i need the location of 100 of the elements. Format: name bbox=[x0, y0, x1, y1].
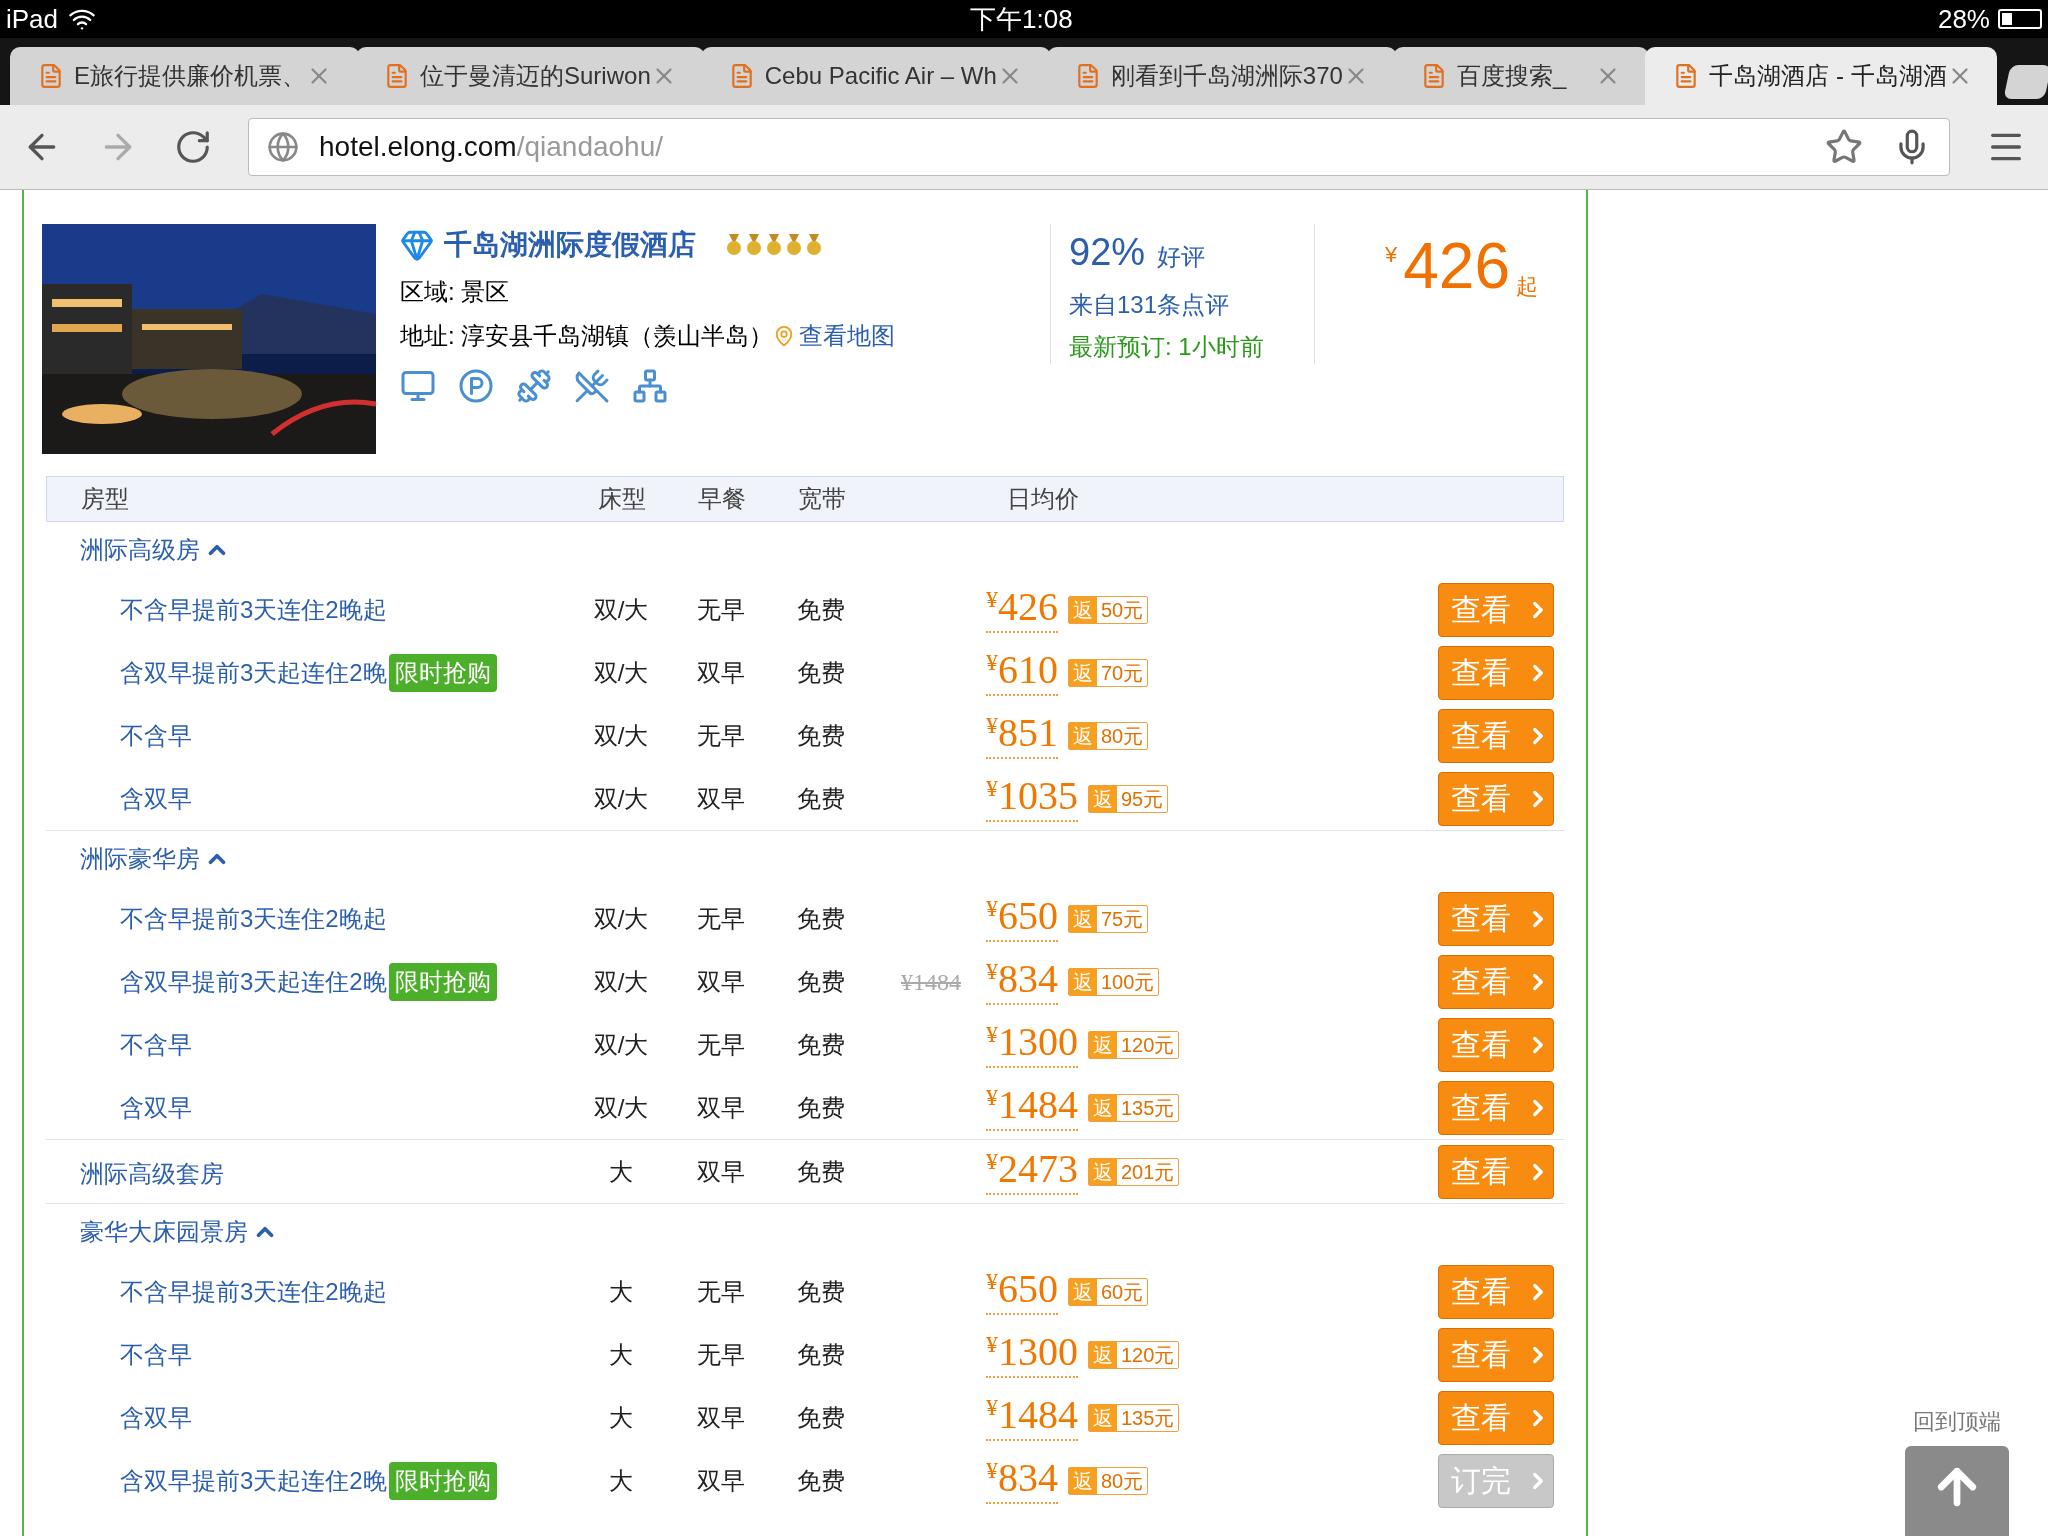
breakfast: 无早 bbox=[696, 594, 746, 625]
room-rate-name[interactable]: 不含早提前3天连住2晚起 bbox=[120, 1273, 387, 1310]
price: ¥834 bbox=[986, 958, 1058, 1005]
device-name: iPad bbox=[6, 2, 59, 36]
column-header: 日均价 bbox=[1007, 484, 1079, 514]
reload-icon[interactable] bbox=[174, 128, 212, 166]
breakfast: 双早 bbox=[696, 657, 746, 688]
breakfast: 双早 bbox=[696, 966, 746, 997]
broadband: 免费 bbox=[796, 657, 846, 688]
bed-type: 双/大 bbox=[592, 720, 650, 751]
browser-tab[interactable]: 位于曼清迈的Suriwon bbox=[356, 47, 705, 105]
rebate-tag: 返 135元 bbox=[1088, 1403, 1180, 1432]
breakfast: 双早 bbox=[696, 1092, 746, 1123]
rebate-tag: 返 95元 bbox=[1088, 784, 1169, 813]
address-field[interactable]: hotel.elong.com/qiandaohu/ bbox=[248, 118, 1950, 176]
rebate-tag: 返 70元 bbox=[1068, 658, 1149, 687]
bed-type: 大 bbox=[608, 1339, 634, 1370]
tab-title: 千岛湖酒店 - 千岛湖酒 bbox=[1709, 61, 1947, 91]
room-rate-name[interactable]: 含双早 bbox=[120, 1399, 192, 1436]
area-value: 景区 bbox=[460, 277, 509, 307]
rebate-tag: 返 201元 bbox=[1088, 1157, 1180, 1186]
rating-label: 好评 bbox=[1157, 242, 1206, 272]
tab-title: 刚看到千岛湖洲际370 bbox=[1110, 61, 1343, 91]
clock: 下午1:08 bbox=[970, 2, 1073, 36]
broadband: 免费 bbox=[796, 966, 846, 997]
bed-type: 大 bbox=[608, 1156, 634, 1187]
review-count[interactable]: 来自131条点评 bbox=[1069, 287, 1314, 323]
rebate-tag: 返 60元 bbox=[1068, 1277, 1149, 1306]
latest-booking: 最新预订: 1小时前 bbox=[1069, 332, 1265, 362]
room-rate-name[interactable]: 不含早提前3天连住2晚起 bbox=[120, 591, 387, 628]
room-rate-name[interactable]: 含双早提前3天起连住2晚 bbox=[120, 654, 387, 691]
broadband: 免费 bbox=[796, 1402, 846, 1433]
hotel-name[interactable]: 千岛湖洲际度假酒店 bbox=[444, 224, 696, 266]
broadband: 免费 bbox=[796, 783, 846, 814]
tab-title: E旅行提供廉价机票、 bbox=[74, 61, 306, 91]
broadband: 免费 bbox=[796, 903, 846, 934]
rebate-tag: 返 80元 bbox=[1068, 1466, 1149, 1495]
original-price: ¥1484 bbox=[901, 967, 961, 997]
browser-tab[interactable]: Cebu Pacific Air – Wh bbox=[700, 47, 1051, 105]
bed-type: 双/大 bbox=[592, 594, 650, 625]
browser-tab[interactable]: 刚看到千岛湖洲际370 bbox=[1046, 47, 1397, 105]
room-type[interactable]: 洲际高级套房 bbox=[80, 1156, 224, 1192]
price: ¥650 bbox=[986, 1268, 1058, 1315]
promo-tag: 限时抢购 bbox=[388, 1461, 497, 1500]
new-tab-button[interactable] bbox=[2003, 65, 2048, 99]
browser-tab[interactable]: E旅行提供廉价机票、 bbox=[10, 47, 360, 105]
bed-type: 双/大 bbox=[592, 1092, 650, 1123]
room-rate-name[interactable]: 含双早 bbox=[120, 1089, 192, 1126]
battery-percent: 28% bbox=[1937, 2, 1990, 36]
tab-title: Cebu Pacific Air – Wh bbox=[764, 61, 997, 91]
bookmark-star-icon[interactable] bbox=[1825, 128, 1863, 166]
address-label: 地址: bbox=[400, 321, 455, 351]
room-rate-name[interactable]: 含双早提前3天起连住2晚 bbox=[120, 963, 387, 1000]
price: ¥1300 bbox=[986, 1331, 1078, 1378]
broadband: 免费 bbox=[796, 1029, 846, 1060]
broadband: 免费 bbox=[796, 1339, 846, 1370]
promo-tag: 限时抢购 bbox=[388, 653, 497, 692]
bed-type: 双/大 bbox=[592, 903, 650, 934]
network-icon bbox=[632, 368, 668, 404]
breakfast: 无早 bbox=[696, 720, 746, 751]
column-header: 床型 bbox=[597, 484, 647, 514]
rebate-tag: 返 100元 bbox=[1068, 967, 1160, 996]
globe-icon bbox=[267, 131, 299, 163]
battery-icon bbox=[1998, 9, 2042, 29]
back-to-top-label: 回到顶端 bbox=[1913, 1408, 2001, 1436]
breakfast: 双早 bbox=[696, 1402, 746, 1433]
price: ¥1035 bbox=[986, 775, 1078, 822]
bed-type: 大 bbox=[608, 1402, 634, 1433]
room-type[interactable]: 豪华大床园景房 bbox=[80, 1214, 248, 1250]
price: ¥650 bbox=[986, 895, 1058, 942]
rebate-tag: 返 120元 bbox=[1088, 1030, 1180, 1059]
room-rate-name[interactable]: 不含早 bbox=[120, 1336, 192, 1373]
price: ¥426 bbox=[986, 586, 1058, 633]
broadband: 免费 bbox=[796, 1276, 846, 1307]
price: ¥1484 bbox=[986, 1394, 1078, 1441]
room-type[interactable]: 洲际豪华房 bbox=[80, 841, 200, 877]
rebate-tag: 返 80元 bbox=[1068, 721, 1149, 750]
price: ¥610 bbox=[986, 649, 1058, 696]
breakfast: 双早 bbox=[696, 783, 746, 814]
broadband: 免费 bbox=[796, 594, 846, 625]
broadband: 免费 bbox=[796, 1092, 846, 1123]
broadband: 免费 bbox=[796, 1156, 846, 1187]
room-type[interactable]: 洲际高级房 bbox=[80, 532, 200, 568]
room-rate-name[interactable]: 不含早 bbox=[120, 717, 192, 754]
broadband: 免费 bbox=[796, 720, 846, 751]
bed-type: 双/大 bbox=[592, 1029, 650, 1060]
price: ¥834 bbox=[986, 1457, 1058, 1504]
room-rate-name[interactable]: 不含早 bbox=[120, 1026, 192, 1063]
room-rate-name[interactable]: 含双早 bbox=[120, 780, 192, 817]
promo-tag: 限时抢购 bbox=[388, 962, 497, 1001]
column-header: 房型 bbox=[80, 484, 130, 514]
back-to-top-button[interactable] bbox=[1905, 1446, 2009, 1536]
breakfast: 双早 bbox=[696, 1465, 746, 1496]
bed-type: 双/大 bbox=[592, 966, 650, 997]
browser-tab[interactable]: 千岛湖酒店 - 千岛湖酒 bbox=[1645, 47, 1998, 105]
rebate-tag: 返 120元 bbox=[1088, 1340, 1180, 1369]
room-rate-name[interactable]: 不含早提前3天连住2晚起 bbox=[120, 900, 387, 937]
map-link[interactable]: 查看地图 bbox=[798, 318, 895, 354]
rebate-tag: 返 135元 bbox=[1088, 1093, 1180, 1122]
price: ¥1300 bbox=[986, 1021, 1078, 1068]
